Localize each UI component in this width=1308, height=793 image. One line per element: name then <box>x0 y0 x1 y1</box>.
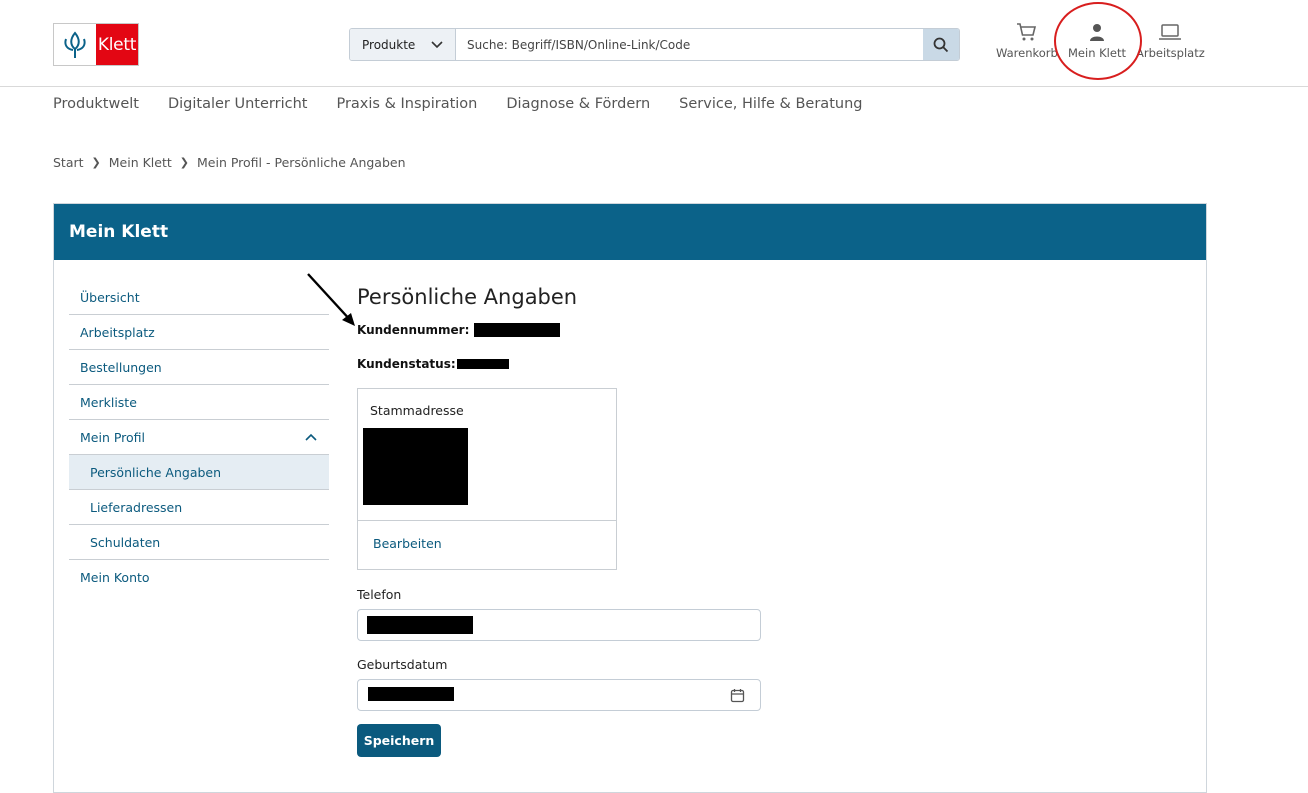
cart-label: Warenkorb <box>996 46 1058 60</box>
annotation-arrow-icon <box>307 273 355 326</box>
customer-number: Kundennummer: <box>357 323 561 337</box>
search-icon <box>933 37 949 52</box>
sidebar-item-label: Mein Profil <box>80 429 146 445</box>
chevron-down-icon <box>431 40 443 48</box>
chevron-right-icon: ❯ <box>91 156 101 169</box>
nav-item-service[interactable]: Service, Hilfe & Beratung <box>679 96 862 112</box>
search-category-value: Produkte <box>362 37 416 52</box>
logo-text: Klett <box>96 24 138 65</box>
redacted-block <box>367 616 473 634</box>
phone-field[interactable] <box>357 609 761 641</box>
breadcrumb-start[interactable]: Start <box>53 155 84 170</box>
sidebar-item-persoenliche-angaben[interactable]: Persönliche Angaben <box>69 455 329 490</box>
phone-label: Telefon <box>357 587 402 602</box>
nav-item-produktwelt[interactable]: Produktwelt <box>53 96 139 112</box>
breadcrumb-current: Mein Profil - Persönliche Angaben <box>197 155 406 170</box>
arbeitsplatz-link[interactable]: Arbeitsplatz <box>1136 22 1205 60</box>
address-title: Stammadresse <box>370 403 464 418</box>
chevron-right-icon: ❯ <box>179 156 189 169</box>
sidebar-item-schuldaten[interactable]: Schuldaten <box>69 525 329 560</box>
address-card-body: Stammadresse <box>358 389 616 521</box>
edit-address-link[interactable]: Bearbeiten <box>358 521 616 566</box>
search-input[interactable] <box>456 29 923 60</box>
page-title: Persönliche Angaben <box>357 285 578 309</box>
calendar-icon[interactable] <box>730 688 745 703</box>
save-button[interactable]: Speichern <box>357 724 441 757</box>
redacted-block <box>368 687 454 701</box>
customer-status-label: Kundenstatus: <box>357 357 456 371</box>
breadcrumb: Start ❯ Mein Klett ❯ Mein Profil - Persö… <box>53 155 406 170</box>
customer-number-label: Kundennummer: <box>357 323 470 337</box>
main-nav: Produktwelt Digitaler Unterricht Praxis … <box>53 96 862 112</box>
account-sidebar: Übersicht Arbeitsplatz Bestellungen Merk… <box>69 280 329 595</box>
sidebar-item-label: Übersicht <box>80 289 140 305</box>
sidebar-item-label: Schuldaten <box>90 534 161 550</box>
sidebar-item-merkliste[interactable]: Merkliste <box>69 385 329 420</box>
sidebar-item-bestellungen[interactable]: Bestellungen <box>69 350 329 385</box>
nav-item-diagnose-foerdern[interactable]: Diagnose & Fördern <box>506 96 650 112</box>
sidebar-item-lieferadressen[interactable]: Lieferadressen <box>69 490 329 525</box>
search-category-select[interactable]: Produkte <box>350 29 456 60</box>
sidebar-item-mein-konto[interactable]: Mein Konto <box>69 560 329 595</box>
nav-item-digitaler-unterricht[interactable]: Digitaler Unterricht <box>168 96 307 112</box>
sidebar-item-label: Persönliche Angaben <box>90 464 222 480</box>
sidebar-item-mein-profil[interactable]: Mein Profil <box>69 420 329 455</box>
arbeitsplatz-label: Arbeitsplatz <box>1136 46 1205 60</box>
site-header: Klett Produkte Warenkorb Mein Klett Arbe… <box>0 0 1308 87</box>
panel-title: Mein Klett <box>54 204 1206 260</box>
mein-klett-panel: Mein Klett Übersicht Arbeitsplatz Bestel… <box>53 203 1207 793</box>
redacted-block <box>456 359 509 369</box>
cart-icon <box>1016 23 1036 41</box>
sidebar-item-uebersicht[interactable]: Übersicht <box>69 280 329 315</box>
birthdate-label: Geburtsdatum <box>357 657 448 672</box>
laptop-icon <box>1159 24 1182 40</box>
cart-link[interactable]: Warenkorb <box>996 22 1058 60</box>
sidebar-item-label: Merkliste <box>80 394 137 410</box>
customer-status: Kundenstatus: <box>357 357 509 371</box>
chevron-up-icon <box>305 433 317 441</box>
birthdate-field[interactable] <box>357 679 761 711</box>
sidebar-item-label: Bestellungen <box>80 359 162 375</box>
sidebar-item-label: Lieferadressen <box>90 499 183 515</box>
sidebar-item-label: Mein Konto <box>80 570 150 585</box>
redacted-block <box>363 428 468 505</box>
sidebar-item-arbeitsplatz[interactable]: Arbeitsplatz <box>69 315 329 350</box>
highlight-circle <box>1054 2 1142 80</box>
search-button[interactable] <box>923 29 959 60</box>
klett-flower-icon <box>54 24 96 65</box>
search-bar: Produkte <box>349 28 960 61</box>
sidebar-item-label: Arbeitsplatz <box>80 324 155 340</box>
nav-item-praxis-inspiration[interactable]: Praxis & Inspiration <box>336 96 477 112</box>
klett-logo[interactable]: Klett <box>53 23 139 66</box>
redacted-block <box>474 323 561 337</box>
breadcrumb-mein-klett[interactable]: Mein Klett <box>109 155 172 170</box>
address-card: Stammadresse Bearbeiten <box>357 388 617 570</box>
